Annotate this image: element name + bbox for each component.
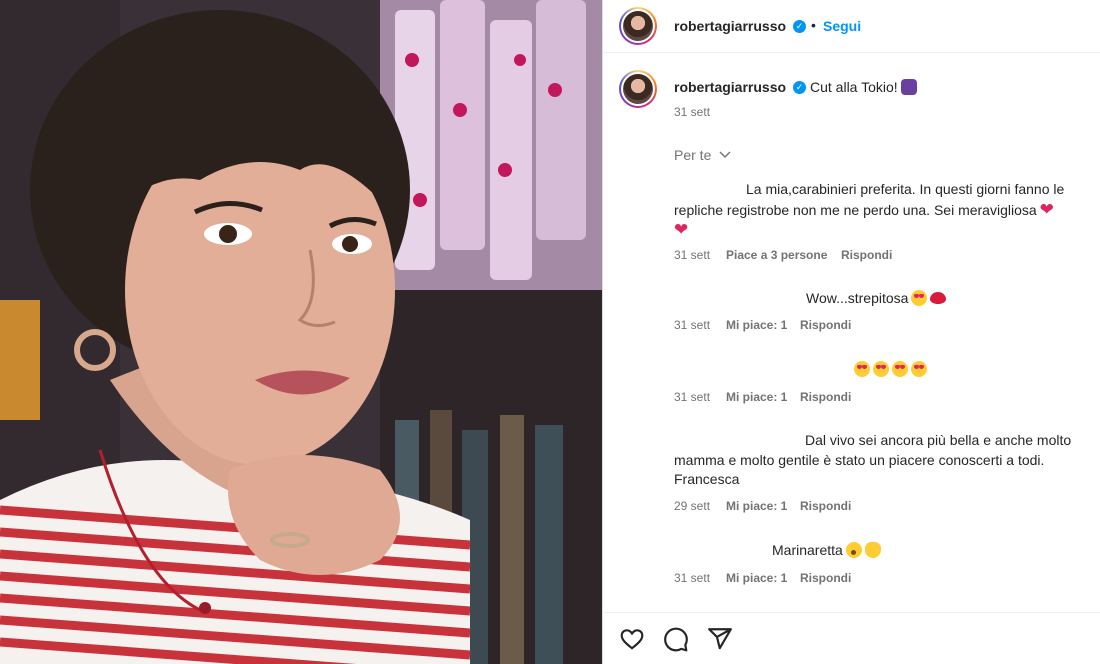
caption-author-avatar[interactable] — [619, 70, 657, 108]
comment-sort-dropdown[interactable]: Per te — [674, 146, 731, 163]
heart-eyes-emoji-icon — [892, 361, 908, 377]
instagram-post-view: robertagiarrusso ✓ • Segui robertagiarru… — [0, 0, 1100, 664]
comment-3-text — [854, 360, 927, 380]
comment-5-time[interactable]: 31 sett — [674, 571, 710, 585]
comment-4-time[interactable]: 29 sett — [674, 499, 710, 513]
verified-badge-icon: ✓ — [793, 81, 806, 94]
comment-1-text: La mia,carabinieri preferita. In questi … — [674, 180, 1089, 241]
comment-4-text: Dal vivo sei ancora più bella e anche mo… — [674, 431, 1094, 490]
post-action-bar — [603, 612, 1100, 664]
caption-text-content: Cut alla Tokio! — [810, 79, 898, 95]
comment-1-likes[interactable]: Piace a 3 persone — [726, 248, 827, 262]
comment-2-time[interactable]: 31 sett — [674, 318, 710, 332]
comment-5-text: Marinaretta — [772, 541, 881, 561]
comment-4-likes[interactable]: Mi piace: 1 — [726, 499, 787, 513]
astonished-emoji-icon — [845, 542, 862, 558]
verified-badge-icon: ✓ — [793, 20, 806, 33]
post-photo-illustration — [0, 0, 602, 664]
caption-text: Cut alla Tokio! — [810, 79, 917, 95]
comment-2-text: Wow...strepitosa — [806, 289, 947, 309]
heart-icon[interactable] — [619, 626, 645, 652]
comment-4-body: Dal vivo sei ancora più bella e anche mo… — [674, 432, 1072, 487]
comment-icon[interactable] — [663, 626, 689, 652]
share-icon[interactable] — [707, 626, 733, 652]
comment-3-likes[interactable]: Mi piace: 1 — [726, 390, 787, 404]
comment-3-time[interactable]: 31 sett — [674, 390, 710, 404]
caption-username[interactable]: robertagiarrusso — [674, 79, 786, 95]
clapping-hands-emoji-icon — [864, 542, 881, 558]
post-side-panel: robertagiarrusso ✓ • Segui robertagiarru… — [602, 0, 1100, 664]
woman-emoji-icon — [900, 79, 917, 95]
comment-5-body: Marinaretta — [772, 542, 843, 558]
comment-2-body: Wow...strepitosa — [806, 290, 909, 306]
heart-eyes-emoji-icon — [911, 290, 928, 306]
comment-1-time[interactable]: 31 sett — [674, 248, 710, 262]
comment-1-reply-button[interactable]: Rispondi — [841, 248, 892, 262]
red-heart-emoji-icon: ❤ — [674, 220, 689, 239]
header-separator: • — [811, 17, 816, 33]
comment-2-reply-button[interactable]: Rispondi — [800, 318, 851, 332]
post-photo[interactable] — [0, 0, 602, 664]
comment-2-likes[interactable]: Mi piace: 1 — [726, 318, 787, 332]
comment-sort-label: Per te — [674, 147, 712, 163]
author-avatar[interactable] — [619, 7, 657, 45]
comment-5-reply-button[interactable]: Rispondi — [800, 571, 851, 585]
kiss-mark-emoji-icon — [930, 292, 947, 304]
heart-eyes-emoji-icon — [911, 361, 927, 377]
comment-3-reply-button[interactable]: Rispondi — [800, 390, 851, 404]
heart-eyes-emoji-icon — [854, 361, 870, 377]
header-username[interactable]: robertagiarrusso — [674, 18, 786, 34]
chevron-down-icon — [719, 146, 731, 162]
follow-button[interactable]: Segui — [823, 18, 861, 34]
comment-5-likes[interactable]: Mi piace: 1 — [726, 571, 787, 585]
heart-eyes-emoji-icon — [873, 361, 889, 377]
red-heart-emoji-icon: ❤ — [1039, 199, 1054, 219]
comment-4-reply-button[interactable]: Rispondi — [800, 499, 851, 513]
post-header: robertagiarrusso ✓ • Segui — [603, 0, 1100, 53]
caption-time[interactable]: 31 sett — [674, 105, 710, 119]
comment-1-body: La mia,carabinieri preferita. In questi … — [674, 181, 1065, 218]
